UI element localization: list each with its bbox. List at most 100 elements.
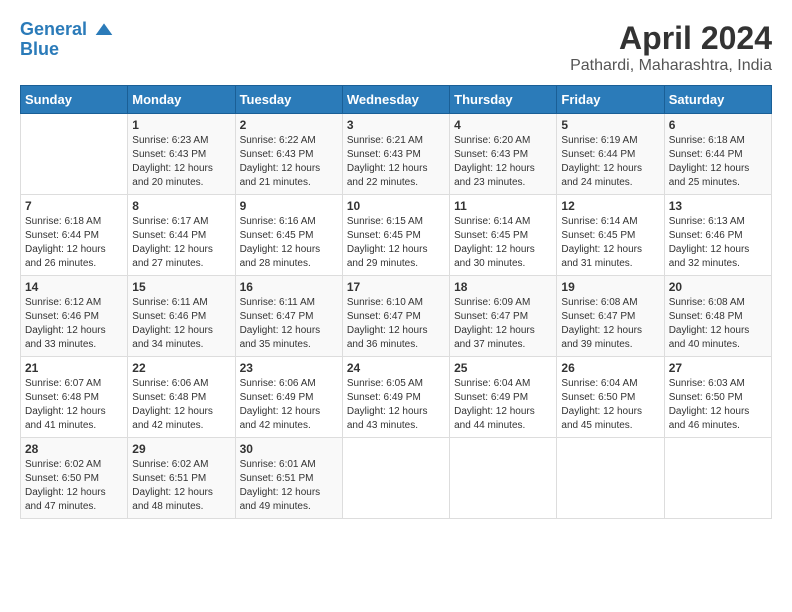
day-number: 14	[25, 280, 123, 294]
calendar-week-row: 14 Sunrise: 6:12 AMSunset: 6:46 PMDayligh…	[21, 276, 772, 357]
header-day: Thursday	[450, 86, 557, 114]
logo-general: General	[20, 19, 87, 39]
calendar-title: April 2024	[570, 20, 772, 57]
day-number: 12	[561, 199, 659, 213]
calendar-header: SundayMondayTuesdayWednesdayThursdayFrid…	[21, 86, 772, 114]
day-number: 28	[25, 442, 123, 456]
logo-text: General Blue	[20, 20, 114, 60]
day-info: Sunrise: 6:13 AMSunset: 6:46 PMDaylight:…	[669, 215, 767, 271]
calendar-week-row: 7Sunrise: 6:18 AMSunset: 6:44 PMDaylight…	[21, 195, 772, 276]
title-block: April 2024 Pathardi, Maharashtra, India	[570, 20, 772, 75]
day-info: Sunrise: 6:08 AMSunset: 6:48 PMDaylight:…	[669, 296, 767, 352]
day-number: 11	[454, 199, 552, 213]
calendar-cell	[450, 438, 557, 519]
logo: General Blue	[20, 20, 114, 60]
calendar-cell: 12 Sunrise: 6:14 AMSunset: 6:45 PMDayligh…	[557, 195, 664, 276]
calendar-week-row: 28 Sunrise: 6:02 AMSunset: 6:50 PMDayligh…	[21, 438, 772, 519]
day-number: 8	[132, 199, 230, 213]
calendar-cell: 9 Sunrise: 6:16 AMSunset: 6:45 PMDaylight…	[235, 195, 342, 276]
calendar-cell: 14 Sunrise: 6:12 AMSunset: 6:46 PMDayligh…	[21, 276, 128, 357]
day-info: Sunrise: 6:11 AMSunset: 6:47 PMDaylight:…	[240, 296, 338, 352]
calendar-cell: 29 Sunrise: 6:02 AMSunset: 6:51 PMDayligh…	[128, 438, 235, 519]
day-number: 1	[132, 118, 230, 132]
day-info: Sunrise: 6:18 AMSunset: 6:44 PMDaylight:…	[25, 215, 123, 271]
calendar-cell: 2Sunrise: 6:22 AMSunset: 6:43 PMDaylight…	[235, 114, 342, 195]
day-info: Sunrise: 6:16 AMSunset: 6:45 PMDaylight:…	[240, 215, 338, 271]
day-info: Sunrise: 6:12 AMSunset: 6:46 PMDaylight:…	[25, 296, 123, 352]
day-number: 26	[561, 361, 659, 375]
day-number: 27	[669, 361, 767, 375]
calendar-cell: 18Sunrise: 6:09 AMSunset: 6:47 PMDayligh…	[450, 276, 557, 357]
calendar-cell	[342, 438, 449, 519]
calendar-cell: 7Sunrise: 6:18 AMSunset: 6:44 PMDaylight…	[21, 195, 128, 276]
day-info: Sunrise: 6:15 AMSunset: 6:45 PMDaylight:…	[347, 215, 445, 271]
calendar-cell: 23Sunrise: 6:06 AMSunset: 6:49 PMDayligh…	[235, 357, 342, 438]
calendar-cell: 15Sunrise: 6:11 AMSunset: 6:46 PMDayligh…	[128, 276, 235, 357]
day-number: 6	[669, 118, 767, 132]
day-number: 21	[25, 361, 123, 375]
calendar-cell: 26 Sunrise: 6:04 AMSunset: 6:50 PMDayligh…	[557, 357, 664, 438]
calendar-cell: 21 Sunrise: 6:07 AMSunset: 6:48 PMDayligh…	[21, 357, 128, 438]
day-info: Sunrise: 6:08 AMSunset: 6:47 PMDaylight:…	[561, 296, 659, 352]
day-info: Sunrise: 6:01 AMSunset: 6:51 PMDaylight:…	[240, 458, 338, 514]
day-info: Sunrise: 6:04 AMSunset: 6:50 PMDaylight:…	[561, 377, 659, 433]
day-number: 16	[240, 280, 338, 294]
day-info: Sunrise: 6:10 AMSunset: 6:47 PMDaylight:…	[347, 296, 445, 352]
day-info: Sunrise: 6:23 AMSunset: 6:43 PMDaylight:…	[132, 134, 230, 190]
calendar-cell: 25 Sunrise: 6:04 AMSunset: 6:49 PMDayligh…	[450, 357, 557, 438]
calendar-cell: 19 Sunrise: 6:08 AMSunset: 6:47 PMDayligh…	[557, 276, 664, 357]
day-info: Sunrise: 6:02 AMSunset: 6:51 PMDaylight:…	[132, 458, 230, 514]
day-info: Sunrise: 6:14 AMSunset: 6:45 PMDaylight:…	[454, 215, 552, 271]
calendar-cell: 1 Sunrise: 6:23 AMSunset: 6:43 PMDaylight…	[128, 114, 235, 195]
calendar-cell: 8 Sunrise: 6:17 AMSunset: 6:44 PMDaylight…	[128, 195, 235, 276]
day-number: 19	[561, 280, 659, 294]
calendar-cell: 10Sunrise: 6:15 AMSunset: 6:45 PMDayligh…	[342, 195, 449, 276]
calendar-cell	[21, 114, 128, 195]
day-number: 5	[561, 118, 659, 132]
day-info: Sunrise: 6:04 AMSunset: 6:49 PMDaylight:…	[454, 377, 552, 433]
day-number: 23	[240, 361, 338, 375]
day-info: Sunrise: 6:20 AMSunset: 6:43 PMDaylight:…	[454, 134, 552, 190]
day-number: 3	[347, 118, 445, 132]
calendar-cell: 13 Sunrise: 6:13 AMSunset: 6:46 PMDayligh…	[664, 195, 771, 276]
calendar-cell: 6 Sunrise: 6:18 AMSunset: 6:44 PMDaylight…	[664, 114, 771, 195]
header-day: Monday	[128, 86, 235, 114]
calendar-cell: 22Sunrise: 6:06 AMSunset: 6:48 PMDayligh…	[128, 357, 235, 438]
day-number: 30	[240, 442, 338, 456]
day-info: Sunrise: 6:07 AMSunset: 6:48 PMDaylight:…	[25, 377, 123, 433]
day-number: 4	[454, 118, 552, 132]
calendar-cell: 30 Sunrise: 6:01 AMSunset: 6:51 PMDayligh…	[235, 438, 342, 519]
day-info: Sunrise: 6:14 AMSunset: 6:45 PMDaylight:…	[561, 215, 659, 271]
day-info: Sunrise: 6:11 AMSunset: 6:46 PMDaylight:…	[132, 296, 230, 352]
day-number: 24	[347, 361, 445, 375]
calendar-cell: 4 Sunrise: 6:20 AMSunset: 6:43 PMDaylight…	[450, 114, 557, 195]
day-number: 13	[669, 199, 767, 213]
day-info: Sunrise: 6:21 AMSunset: 6:43 PMDaylight:…	[347, 134, 445, 190]
day-number: 17	[347, 280, 445, 294]
day-info: Sunrise: 6:02 AMSunset: 6:50 PMDaylight:…	[25, 458, 123, 514]
day-number: 29	[132, 442, 230, 456]
logo-icon	[94, 20, 114, 40]
day-info: Sunrise: 6:17 AMSunset: 6:44 PMDaylight:…	[132, 215, 230, 271]
logo-blue: Blue	[20, 39, 59, 59]
calendar-cell	[557, 438, 664, 519]
day-info: Sunrise: 6:03 AMSunset: 6:50 PMDaylight:…	[669, 377, 767, 433]
calendar-cell: 11 Sunrise: 6:14 AMSunset: 6:45 PMDayligh…	[450, 195, 557, 276]
header-day: Sunday	[21, 86, 128, 114]
calendar-cell: 3 Sunrise: 6:21 AMSunset: 6:43 PMDaylight…	[342, 114, 449, 195]
header-day: Wednesday	[342, 86, 449, 114]
header-day: Friday	[557, 86, 664, 114]
calendar-week-row: 21 Sunrise: 6:07 AMSunset: 6:48 PMDayligh…	[21, 357, 772, 438]
calendar-body: 1 Sunrise: 6:23 AMSunset: 6:43 PMDaylight…	[21, 114, 772, 519]
day-number: 2	[240, 118, 338, 132]
day-number: 18	[454, 280, 552, 294]
calendar-cell: 20Sunrise: 6:08 AMSunset: 6:48 PMDayligh…	[664, 276, 771, 357]
calendar-cell: 24Sunrise: 6:05 AMSunset: 6:49 PMDayligh…	[342, 357, 449, 438]
calendar-cell	[664, 438, 771, 519]
calendar-cell: 28 Sunrise: 6:02 AMSunset: 6:50 PMDayligh…	[21, 438, 128, 519]
day-number: 25	[454, 361, 552, 375]
page-header: General Blue April 2024 Pathardi, Mahara…	[20, 20, 772, 75]
calendar-table: SundayMondayTuesdayWednesdayThursdayFrid…	[20, 85, 772, 519]
day-info: Sunrise: 6:18 AMSunset: 6:44 PMDaylight:…	[669, 134, 767, 190]
day-number: 9	[240, 199, 338, 213]
